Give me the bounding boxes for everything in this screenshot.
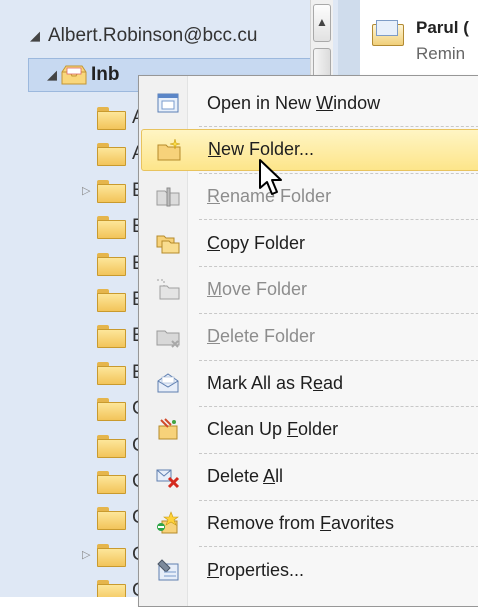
menu-item-label: Delete All [207, 466, 284, 487]
menu-item-delete-all[interactable]: Delete All [141, 456, 478, 498]
menu-item-rename-folder[interactable]: Rename Folder [141, 175, 478, 217]
delete-all-icon [156, 469, 180, 488]
menu-separator [199, 266, 478, 268]
folder-icon [96, 434, 126, 458]
menu-separator [199, 312, 478, 314]
copy-folder-icon [156, 235, 180, 254]
message-subject[interactable]: Remin [416, 44, 465, 64]
folder-icon [96, 543, 126, 567]
menu-separator [199, 172, 478, 174]
menu-item-delete-folder[interactable]: Delete Folder [141, 316, 478, 358]
folder-icon [96, 179, 126, 203]
menu-item-label: Delete Folder [207, 326, 316, 346]
account-row[interactable]: ◢ Albert.Robinson@bcc.cu [0, 16, 310, 56]
folder-icon [96, 143, 126, 167]
menu-item-remove-from-favorites[interactable]: Remove from Favorites [141, 502, 478, 544]
expand-arrow-icon[interactable]: ▷ [82, 184, 96, 197]
menu-separator [199, 406, 478, 408]
menu-separator [199, 126, 478, 127]
menu-item-new-folder[interactable]: New Folder... [141, 128, 478, 171]
menu-item-label: Copy Folder [207, 232, 306, 253]
message-sender[interactable]: Parul ( [416, 18, 469, 38]
expand-arrow-icon[interactable]: ▷ [82, 548, 96, 561]
folder-icon [96, 325, 126, 349]
folder-icon [96, 107, 126, 130]
menu-item-mark-all-as-read[interactable]: Mark All as Read [141, 362, 478, 404]
mark-read-icon [157, 373, 179, 393]
folder-icon [96, 252, 126, 276]
envelope-icon [372, 20, 404, 46]
move-folder-icon [157, 279, 180, 300]
menu-item-label: Properties... [207, 559, 305, 580]
folder-icon [96, 361, 126, 385]
folder-icon [96, 471, 126, 494]
delete-folder-icon [156, 330, 180, 348]
menu-item-open-in-new-window[interactable]: Open in New Window [141, 82, 478, 124]
account-label: Albert.Robinson@bcc.cu [48, 25, 258, 46]
menu-item-clean-up-folder[interactable]: Clean Up Folder [141, 409, 478, 451]
folder-icon [96, 216, 126, 240]
clean-up-icon [158, 418, 178, 440]
menu-item-label: Clean Up Folder [207, 419, 339, 440]
folder-context-menu: Open in New Window New Folder... Rename Fo… [138, 75, 478, 607]
collapse-arrow-icon[interactable]: ◢ [30, 28, 40, 44]
menu-separator [199, 546, 478, 548]
menu-separator [199, 219, 478, 221]
inbox-label: Inb [91, 64, 120, 85]
folder-icon [96, 398, 126, 422]
inbox-icon [61, 64, 87, 86]
menu-separator [199, 452, 478, 454]
folder-icon [96, 580, 126, 597]
new-folder-icon [157, 138, 181, 161]
menu-item-label: Open in New Window [207, 92, 381, 113]
menu-item-properties[interactable]: Properties... [141, 549, 478, 591]
menu-item-move-folder[interactable]: Move Folder [141, 269, 478, 311]
menu-separator [199, 499, 478, 501]
folder-icon [96, 507, 126, 531]
open-window-icon [157, 93, 179, 113]
rename-folder-icon [156, 187, 180, 207]
collapse-arrow-icon[interactable]: ◢ [47, 67, 57, 83]
menu-item-copy-folder[interactable]: Copy Folder [141, 222, 478, 264]
remove-favorites-icon [157, 511, 179, 534]
menu-item-label: Mark All as Read [207, 372, 344, 393]
folder-icon [96, 289, 126, 312]
menu-item-label: Move Folder [207, 279, 308, 300]
mouse-pointer-icon [259, 159, 282, 195]
properties-icon [157, 559, 179, 581]
scroll-up-button[interactable]: ▲ [313, 4, 331, 42]
menu-item-label: Remove from Favorites [207, 512, 395, 533]
menu-separator [199, 359, 478, 361]
